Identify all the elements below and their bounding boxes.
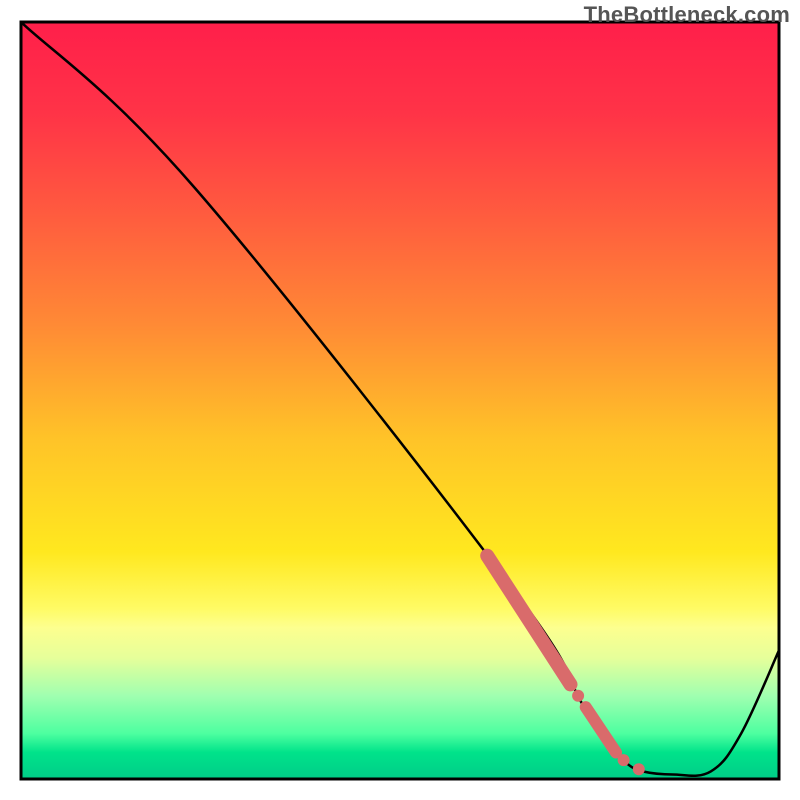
bottleneck-chart-svg	[0, 0, 800, 800]
highlight-point	[618, 754, 630, 766]
highlight-point	[572, 690, 584, 702]
highlight-point	[633, 763, 645, 775]
chart-stage: TheBottleneck.com	[0, 0, 800, 800]
heat-background	[21, 22, 779, 779]
